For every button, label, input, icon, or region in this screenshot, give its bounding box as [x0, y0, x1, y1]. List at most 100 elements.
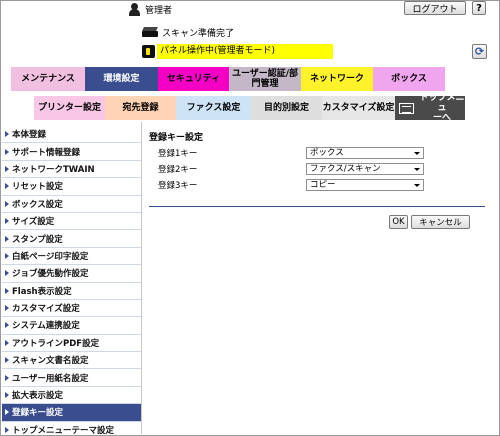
bullet-icon	[5, 218, 9, 225]
user-info: 管理者	[128, 2, 172, 16]
sidebar-item-flash-display[interactable]: Flash表示設定	[2, 283, 141, 300]
sidebar-item-label: 拡大表示設定	[12, 391, 64, 402]
sidebar-item-scan-doc-name[interactable]: スキャン文書名設定	[2, 352, 141, 370]
sidebar-item-network-twain[interactable]: ネットワークTWAIN	[2, 161, 141, 179]
tab-security[interactable]: セキュリティ	[158, 67, 229, 91]
sidebar-item-support-info[interactable]: サポート情報登録	[2, 143, 141, 161]
register-key-1-select[interactable]: ボックス	[306, 146, 424, 159]
register-key-3-label: 登録3キー	[158, 180, 198, 191]
bullet-icon	[5, 339, 9, 346]
scanner-icon	[142, 26, 158, 38]
sidebar-item-label: ネットワークTWAIN	[12, 164, 95, 175]
tab-maintenance-label: メンテナンス	[21, 74, 75, 84]
bullet-icon	[5, 148, 9, 155]
register-key-1-label: 登録1キー	[158, 148, 198, 159]
sidebar-item-user-paper-name[interactable]: ユーザー用紙名設定	[2, 369, 141, 387]
bullet-icon	[5, 183, 9, 190]
panel-lock-icon	[142, 45, 155, 58]
sidebar-item-size[interactable]: サイズ設定	[2, 213, 141, 231]
bullet-icon	[5, 131, 9, 138]
subtab-customize[interactable]: カスタマイズ設定	[322, 96, 395, 120]
dropdown-arrow-icon	[414, 167, 420, 171]
tab-maintenance[interactable]: メンテナンス	[11, 67, 85, 91]
sidebar-item-top-menu-theme[interactable]: トップメニューテーマ設定	[2, 422, 141, 436]
content-divider	[149, 206, 485, 207]
register-key-3-value: コピー	[310, 179, 336, 190]
sidebar-item-label: スキャン文書名設定	[12, 356, 89, 367]
subtab-top-menu-label: トップメニュ ーへ	[419, 93, 465, 123]
sidebar-item-reset[interactable]: リセット設定	[2, 178, 141, 196]
sidebar-item-label: システム連携設定	[12, 321, 80, 332]
sidebar-item-blank-page-print[interactable]: 白紙ページ印字設定	[2, 248, 141, 266]
bullet-icon	[5, 235, 9, 242]
refresh-icon: ⟳	[474, 45, 485, 58]
panel-status: パネル操作中(管理者モード)	[142, 44, 333, 59]
help-button[interactable]: ?	[472, 1, 486, 15]
sidebar-divider	[141, 122, 142, 434]
sidebar-item-label: 白紙ページ印字設定	[12, 251, 89, 262]
sidebar-item-customize[interactable]: カスタマイズ設定	[2, 300, 141, 318]
tab-user-auth-label-line1: ユーザー認証/部	[231, 69, 299, 79]
register-key-2-row: 登録2キー ファクス/スキャン	[158, 162, 424, 175]
subtab-purpose-label: 目的別設定	[263, 103, 309, 113]
sidebar-item-label: アウトラインPDF設定	[12, 338, 100, 349]
ok-button[interactable]: OK	[389, 215, 408, 229]
status-text: スキャン準備完了	[162, 28, 235, 39]
subtab-address-label: 宛先登録	[122, 103, 159, 113]
sidebar-item-outline-pdf[interactable]: アウトラインPDF設定	[2, 335, 141, 353]
sidebar-item-box[interactable]: ボックス設定	[2, 196, 141, 213]
sidebar-item-job-priority[interactable]: ジョブ優先動作設定	[2, 265, 141, 283]
bullet-icon	[5, 374, 9, 381]
bullet-icon	[5, 322, 9, 329]
subtab-top-menu[interactable]: トップメニュ ーへ	[395, 93, 465, 123]
sidebar-item-label: 本体登録	[12, 130, 47, 141]
subtab-fax[interactable]: ファクス設定	[176, 96, 251, 120]
tab-user-auth[interactable]: ユーザー認証/部 門管理	[229, 67, 301, 91]
subtab-purpose[interactable]: 目的別設定	[251, 96, 322, 120]
bullet-icon	[5, 392, 9, 399]
tab-network[interactable]: ネットワーク	[301, 67, 373, 91]
logout-button[interactable]: ログアウト	[404, 1, 466, 15]
tab-user-auth-label-line2: 門管理	[251, 79, 279, 89]
sidebar-item-enlarge-display[interactable]: 拡大表示設定	[2, 387, 141, 405]
tab-environment-label: 環境設定	[103, 74, 140, 84]
sidebar-item-label: ユーザー用紙名設定	[12, 373, 89, 384]
bullet-icon	[5, 409, 9, 416]
tab-environment[interactable]: 環境設定	[85, 67, 158, 91]
machine-status: スキャン準備完了	[142, 25, 234, 39]
register-key-2-select[interactable]: ファクス/スキャン	[306, 162, 424, 175]
sidebar-item-label: トップメニューテーマ設定	[12, 425, 115, 436]
sidebar-item-device-registration[interactable]: 本体登録	[2, 126, 141, 144]
dropdown-arrow-icon	[414, 151, 420, 155]
cancel-button[interactable]: キャンセル	[411, 215, 470, 229]
user-icon	[128, 2, 141, 16]
sidebar-item-label: ジョブ優先動作設定	[12, 269, 89, 280]
refresh-button[interactable]: ⟳	[472, 44, 487, 59]
page-title: 登録キー設定	[149, 133, 204, 143]
subtab-printer-label: プリンター設定	[37, 103, 101, 113]
tab-box[interactable]: ボックス	[373, 67, 445, 91]
sidebar-item-label: Flash表示設定	[12, 286, 72, 297]
bullet-icon	[5, 357, 9, 364]
register-key-1-row: 登録1キー ボックス	[158, 146, 424, 159]
sidebar-item-label: サイズ設定	[12, 217, 55, 228]
subtab-printer[interactable]: プリンター設定	[34, 96, 105, 120]
bullet-icon	[5, 270, 9, 277]
bullet-icon	[5, 287, 9, 294]
subtab-top-menu-label-line1: トップメニュ	[419, 93, 465, 113]
sidebar-item-label: 登録キー設定	[12, 408, 64, 419]
tab-security-label: セキュリティ	[166, 74, 221, 84]
sidebar-item-register-key[interactable]: 登録キー設定	[2, 404, 141, 422]
sidebar-item-stamp[interactable]: スタンプ設定	[2, 230, 141, 248]
sidebar-item-label: スタンプ設定	[12, 234, 63, 245]
subtab-address[interactable]: 宛先登録	[105, 96, 176, 120]
dropdown-arrow-icon	[414, 183, 420, 187]
bullet-icon	[5, 165, 9, 172]
register-key-3-select[interactable]: コピー	[306, 178, 424, 191]
subtab-customize-label: カスタマイズ設定	[322, 103, 395, 113]
bullet-icon	[5, 426, 9, 433]
sidebar-item-label: カスタマイズ設定	[12, 304, 80, 315]
register-key-3-row: 登録3キー コピー	[158, 178, 424, 191]
panel-status-label: パネル操作中(管理者モード)	[157, 44, 333, 59]
sidebar-item-system-link[interactable]: システム連携設定	[2, 317, 141, 335]
